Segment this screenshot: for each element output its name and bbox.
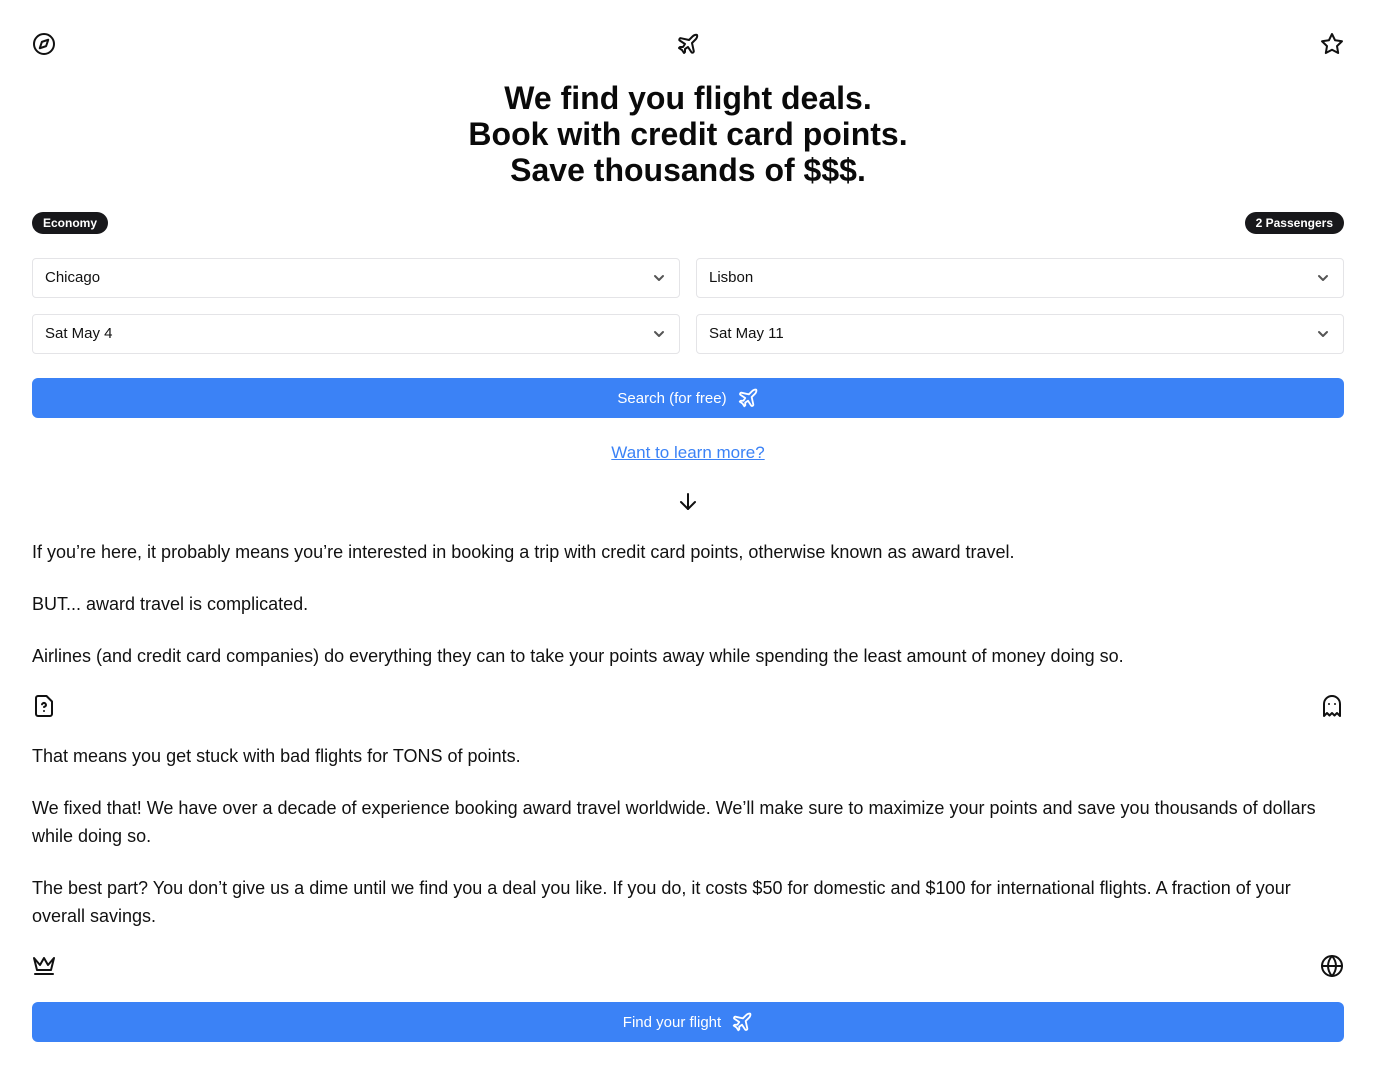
star-icon[interactable] (1320, 32, 1344, 56)
plane-icon (737, 387, 759, 409)
hero-headline: We find you flight deals. Book with cred… (0, 80, 1376, 188)
hero-line-3: Save thousands of $$$. (510, 152, 866, 188)
return-date-value: Sat May 11 (709, 325, 784, 342)
compass-icon[interactable] (32, 32, 56, 56)
learn-more-link[interactable]: Want to learn more? (611, 443, 764, 462)
chevron-down-icon (1317, 328, 1329, 340)
file-question-icon (32, 694, 56, 718)
complicated-paragraph: BUT... award travel is complicated. (32, 594, 309, 614)
hero-line-2: Book with credit card points. (468, 116, 908, 152)
depart-date-select[interactable]: Sat May 4 (32, 314, 680, 354)
plane-icon (731, 1011, 753, 1033)
destination-value: Lisbon (709, 269, 754, 286)
crown-icon (32, 954, 56, 978)
plane-icon (676, 32, 700, 56)
hero-line-1: We find you flight deals. (504, 80, 872, 116)
search-button[interactable]: Search (for free) (32, 378, 1344, 418)
destination-select[interactable]: Lisbon (696, 258, 1344, 298)
intro-paragraph: If you’re here, it probably means you’re… (32, 542, 1015, 562)
cabin-class-badge[interactable]: Economy (32, 212, 109, 234)
airlines-paragraph: Airlines (and credit card companies) do … (32, 646, 1124, 666)
search-button-label: Search (for free) (617, 389, 727, 407)
depart-date-value: Sat May 4 (45, 325, 113, 342)
return-date-select[interactable]: Sat May 11 (696, 314, 1344, 354)
find-flight-button[interactable]: Find your flight (32, 1002, 1344, 1042)
chevron-down-icon (653, 328, 665, 340)
origin-select[interactable]: Chicago (32, 258, 680, 298)
find-flight-button-label: Find your flight (622, 1013, 722, 1031)
origin-value: Chicago (45, 269, 101, 286)
learn-more: Want to learn more? (0, 443, 1376, 463)
arrow-down-icon[interactable] (676, 490, 700, 514)
bad-flights-paragraph: That means you get stuck with bad flight… (32, 746, 521, 766)
passengers-badge[interactable]: 2 Passengers (1244, 212, 1344, 234)
chevron-down-icon (1317, 272, 1329, 284)
globe-icon (1320, 954, 1344, 978)
best-part-paragraph: The best part? You don’t give us a dime … (32, 878, 1291, 926)
fixed-that-paragraph: We fixed that! We have over a decade of … (32, 798, 1316, 846)
chevron-down-icon (653, 272, 665, 284)
ghost-icon (1320, 694, 1344, 718)
